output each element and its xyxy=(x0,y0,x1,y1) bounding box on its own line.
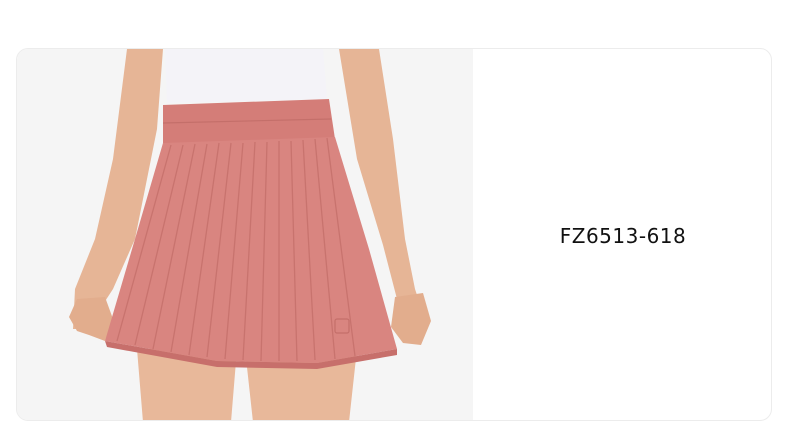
product-image[interactable] xyxy=(17,49,473,420)
product-card[interactable]: FZ6513-618 xyxy=(16,48,772,421)
skirt-photo-illustration xyxy=(17,49,473,420)
product-sku: FZ6513-618 xyxy=(559,223,687,248)
sku-panel: FZ6513-618 xyxy=(473,49,771,420)
